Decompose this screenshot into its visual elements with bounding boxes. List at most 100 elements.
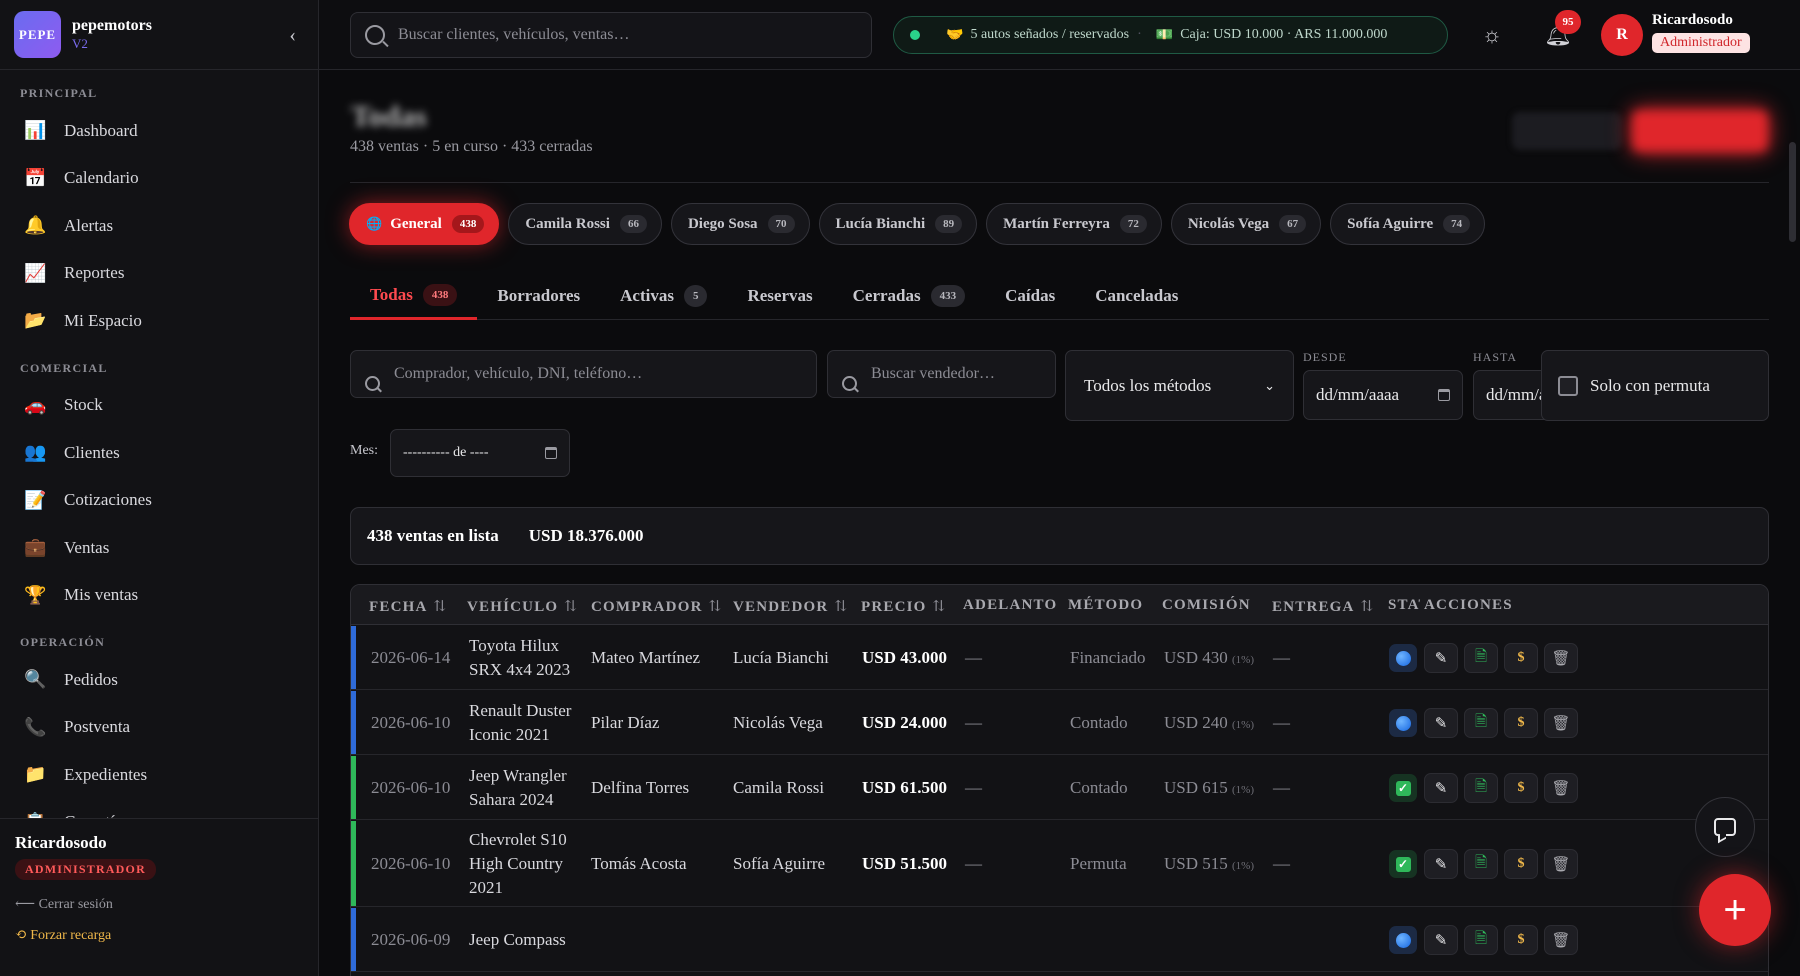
receipt-icon[interactable]: $ xyxy=(1504,643,1538,673)
edit-icon[interactable]: ✎ xyxy=(1424,708,1458,738)
table-row[interactable]: 2026-06-10 Chevrolet S10 High Country 2021 T… xyxy=(351,821,1768,907)
search-icon xyxy=(365,375,380,391)
column-header-fecha[interactable]: FECHA ⇅ xyxy=(369,597,447,616)
delete-icon[interactable]: 🗑 xyxy=(1544,849,1578,879)
month-input[interactable]: ---------- de ---- xyxy=(390,429,570,477)
sidebar-item-stock[interactable]: 🚗 Stock xyxy=(0,382,306,430)
calendar-icon[interactable] xyxy=(545,447,557,459)
table-row[interactable]: 2026-06-10 Jeep Wrangler Sahara 2024 Delfin… xyxy=(351,756,1768,820)
chat-button[interactable] xyxy=(1695,797,1755,857)
tab-activas[interactable]: Activas 5 xyxy=(600,272,727,320)
main-scrollbar[interactable] xyxy=(1789,142,1796,242)
seller-chip-general[interactable]: 🌐 General 438 xyxy=(349,203,500,245)
receipt-icon[interactable]: $ xyxy=(1504,773,1538,803)
sidebar-item-clientes[interactable]: 👥 Clientes xyxy=(0,429,306,477)
sale-price: USD 61.500 xyxy=(862,778,948,797)
tab-todas[interactable]: Todas 438 xyxy=(350,272,478,320)
sort-icon[interactable]: ⇅ xyxy=(834,599,848,615)
receipt-icon[interactable]: $ xyxy=(1504,849,1538,879)
user-avatar[interactable]: R xyxy=(1601,14,1643,56)
receipt-icon[interactable]: $ xyxy=(1504,708,1538,738)
edit-icon[interactable]: ✎ xyxy=(1424,773,1458,803)
tab-reservas[interactable]: Reservas xyxy=(727,272,832,320)
sort-icon[interactable]: ⇅ xyxy=(1361,599,1375,615)
document-icon[interactable]: 🗎 xyxy=(1464,849,1498,879)
sidebar-item-garantias[interactable]: 📋Garantías xyxy=(0,799,306,818)
column-header-comprador[interactable]: COMPRADOR ⇅ xyxy=(591,597,722,616)
global-search-input[interactable] xyxy=(398,26,838,44)
header-primary-button[interactable] xyxy=(1632,110,1768,152)
sidebar-item-ventas[interactable]: 💼 Ventas xyxy=(0,524,306,572)
header-secondary-button[interactable] xyxy=(1512,112,1622,150)
delete-icon[interactable]: 🗑 xyxy=(1544,708,1578,738)
table-row[interactable]: 2026-06-09 Jeep Compass ✎ 🗎 $ 🗑 xyxy=(351,908,1768,972)
tab-cerradas[interactable]: Cerradas 433 xyxy=(833,272,985,320)
sidebar-item-mi-espacio[interactable]: 📂 Mi Espacio xyxy=(0,297,306,345)
status-in-progress-icon[interactable] xyxy=(1389,709,1417,737)
sidebar-item-mis-ventas[interactable]: 🏆 Mis ventas xyxy=(0,572,306,620)
status-in-progress-icon[interactable] xyxy=(1389,644,1417,672)
brand-logo[interactable]: PEPE xyxy=(14,11,61,58)
seller-chip-diego-sosa[interactable]: Diego Sosa 70 xyxy=(670,203,810,245)
seller-chip-camila-rossi[interactable]: Camila Rossi 66 xyxy=(508,203,662,245)
status-done-icon[interactable]: ✓ xyxy=(1389,774,1417,802)
seller-chip-lucia-bianchi[interactable]: Lucía Bianchi 89 xyxy=(818,203,978,245)
force-reload-link[interactable]: ⟲ Forzar recarga xyxy=(15,927,304,944)
nav-section-title: PRINCIPAL xyxy=(20,86,98,100)
seller-search[interactable] xyxy=(827,350,1056,398)
edit-icon[interactable]: ✎ xyxy=(1424,643,1458,673)
sidebar-item-alertas[interactable]: 🔔 Alertas xyxy=(0,202,306,250)
top-user-info[interactable]: Ricardosodo Administrador xyxy=(1652,12,1750,53)
theme-toggle-sun-icon[interactable]: ☼ xyxy=(1479,22,1505,48)
tab-borradores[interactable]: Borradores xyxy=(477,272,600,320)
delete-icon[interactable]: 🗑 xyxy=(1544,925,1578,955)
sidebar-item-dashboard[interactable]: 📊 Dashboard xyxy=(0,107,306,155)
logout-link[interactable]: ⟵ Cerrar sesión xyxy=(15,896,304,913)
only-permuta-toggle[interactable]: Solo con permuta xyxy=(1541,350,1769,421)
buyer-search[interactable] xyxy=(350,350,817,398)
tab-caidas[interactable]: Caídas xyxy=(985,272,1075,320)
sort-icon[interactable]: ⇅ xyxy=(434,599,448,615)
status-done-icon[interactable]: ✓ xyxy=(1389,850,1417,878)
column-header-precio[interactable]: PRECIO ⇅ xyxy=(861,597,946,616)
seller-chip-sofia-aguirre[interactable]: Sofía Aguirre 74 xyxy=(1330,203,1486,245)
seller-search-input[interactable] xyxy=(871,365,1053,383)
collapse-sidebar-icon[interactable]: ‹ xyxy=(289,24,296,47)
receipt-icon[interactable]: $ xyxy=(1504,925,1538,955)
edit-icon[interactable]: ✎ xyxy=(1424,849,1458,879)
column-header-entrega[interactable]: ENTREGA ⇅ xyxy=(1272,597,1374,616)
column-header-vehiculo[interactable]: VEHÍCULO ⇅ xyxy=(467,597,578,616)
seller-chip-nicolas-vega[interactable]: Nicolás Vega 67 xyxy=(1170,203,1322,245)
new-sale-fab[interactable]: + xyxy=(1699,874,1771,946)
sort-icon[interactable]: ⇅ xyxy=(933,599,947,615)
delete-icon[interactable]: 🗑 xyxy=(1544,773,1578,803)
document-icon[interactable]: 🗎 xyxy=(1464,708,1498,738)
edit-icon[interactable]: ✎ xyxy=(1424,925,1458,955)
payment-method-select[interactable]: Todos los métodos ⌄ xyxy=(1065,350,1294,421)
sort-icon[interactable]: ⇅ xyxy=(709,599,723,615)
table-row[interactable]: 2026-06-10 Renault Duster Iconic 2021 Pilar… xyxy=(351,691,1768,755)
status-indicator: ✓ xyxy=(1395,780,1411,796)
status-pill[interactable]: 🤝 5 autos señados / reservados · 💵 Caja:… xyxy=(893,16,1448,54)
seller-chip-martin-ferreyra[interactable]: Martín Ferreyra 72 xyxy=(986,203,1162,245)
tab-canceladas[interactable]: Canceladas xyxy=(1075,272,1198,320)
date-from-input[interactable]: dd/mm/aaaa xyxy=(1303,370,1463,420)
table-row[interactable]: 2026-06-14 Toyota Hilux SRX 4x4 2023 Mateo … xyxy=(351,626,1768,690)
calendar-icon[interactable] xyxy=(1438,389,1450,401)
sidebar-item-expedientes[interactable]: 📁 Expedientes xyxy=(0,751,306,799)
sidebar-item-calendario[interactable]: 📅 Calendario xyxy=(0,155,306,203)
status-in-progress-icon[interactable] xyxy=(1389,926,1417,954)
delete-icon[interactable]: 🗑 xyxy=(1544,643,1578,673)
document-icon[interactable]: 🗎 xyxy=(1464,925,1498,955)
document-icon[interactable]: 🗎 xyxy=(1464,773,1498,803)
sort-icon[interactable]: ⇅ xyxy=(564,599,578,615)
global-search[interactable] xyxy=(350,12,872,58)
document-icon[interactable]: 🗎 xyxy=(1464,643,1498,673)
column-header-vendedor[interactable]: VENDEDOR ⇅ xyxy=(733,597,848,616)
sidebar-item-postventa[interactable]: 📞 Postventa xyxy=(0,704,306,752)
buyer-search-input[interactable] xyxy=(394,365,778,383)
sidebar-item-reportes[interactable]: 📈 Reportes xyxy=(0,250,306,298)
sidebar-item-cotizaciones[interactable]: 📝 Cotizaciones xyxy=(0,477,306,525)
permuta-checkbox[interactable] xyxy=(1558,375,1578,396)
sidebar-item-pedidos[interactable]: 🔍 Pedidos xyxy=(0,656,306,704)
